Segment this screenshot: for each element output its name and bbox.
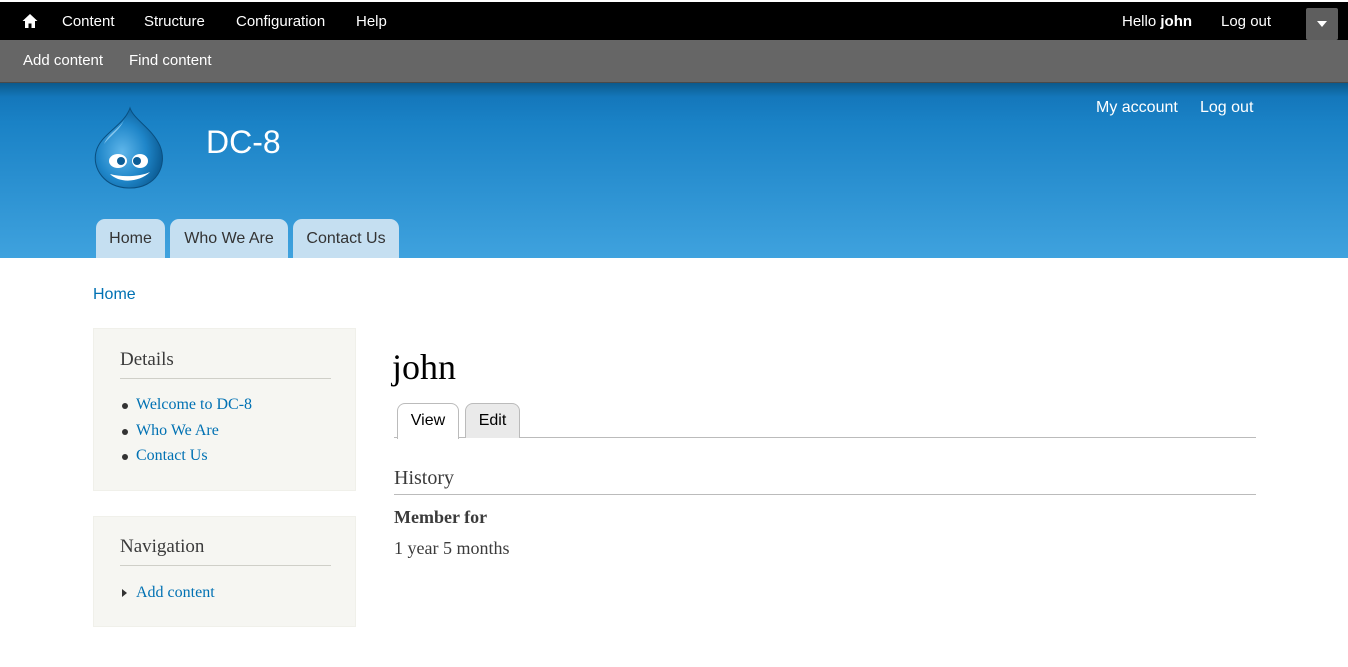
shortcut-find-content[interactable]: Find content — [129, 52, 212, 69]
navigation-divider — [120, 565, 331, 566]
details-block-title: Details — [120, 349, 174, 370]
site-name[interactable]: DC-8 — [206, 124, 281, 161]
main-menu-who-we-are[interactable]: Who We Are — [170, 219, 288, 258]
home-icon[interactable] — [21, 12, 39, 30]
page-title: john — [392, 347, 457, 387]
details-divider — [120, 378, 331, 379]
history-divider — [394, 494, 1256, 495]
details-link-who-we-are[interactable]: Who We Are — [136, 422, 219, 440]
details-link-welcome[interactable]: Welcome to DC-8 — [136, 396, 252, 414]
toolbar-item-content[interactable]: Content — [62, 13, 115, 30]
user-greeting[interactable]: Hello john — [1122, 13, 1192, 30]
header-logout-link[interactable]: Log out — [1200, 99, 1253, 117]
bullet — [122, 403, 128, 409]
caret-down-icon — [1317, 21, 1327, 27]
toolbar-toggle-button[interactable] — [1306, 8, 1338, 40]
main-menu-home[interactable]: Home — [96, 219, 165, 258]
navigation-block-title: Navigation — [120, 536, 205, 557]
toolbar-item-structure[interactable]: Structure — [144, 13, 205, 30]
toolbar-logout-link[interactable]: Log out — [1221, 13, 1271, 30]
toolbar-item-configuration[interactable]: Configuration — [236, 13, 325, 30]
toolbar-item-help[interactable]: Help — [356, 13, 387, 30]
shortcuts-tray: Add content Find content — [0, 40, 1348, 83]
navigation-link-add-content[interactable]: Add content — [136, 584, 215, 602]
bullet — [122, 429, 128, 435]
drupal-drop-logo[interactable] — [90, 106, 166, 190]
shortcut-add-content[interactable]: Add content — [23, 52, 103, 69]
admin-toolbar: Content Structure Configuration Help Hel… — [0, 0, 1348, 40]
breadcrumb-home[interactable]: Home — [93, 286, 136, 304]
tab-edit[interactable]: Edit — [465, 403, 520, 438]
tabs-divider — [394, 437, 1256, 438]
tab-view[interactable]: View — [397, 403, 459, 439]
history-section-title: History — [394, 467, 454, 489]
main-menu-contact-us[interactable]: Contact Us — [293, 219, 399, 258]
member-for-value: 1 year 5 months — [394, 538, 510, 558]
details-block: Details Welcome to DC-8 Who We Are Conta… — [93, 328, 356, 491]
my-account-link[interactable]: My account — [1096, 99, 1178, 117]
navigation-block: Navigation Add content — [93, 516, 356, 627]
greeting-text: Hello — [1122, 13, 1157, 30]
bullet — [122, 454, 128, 460]
expand-arrow-icon — [122, 589, 127, 597]
details-link-contact-us[interactable]: Contact Us — [136, 447, 208, 465]
username: john — [1160, 13, 1193, 30]
member-for-label: Member for — [394, 507, 488, 527]
